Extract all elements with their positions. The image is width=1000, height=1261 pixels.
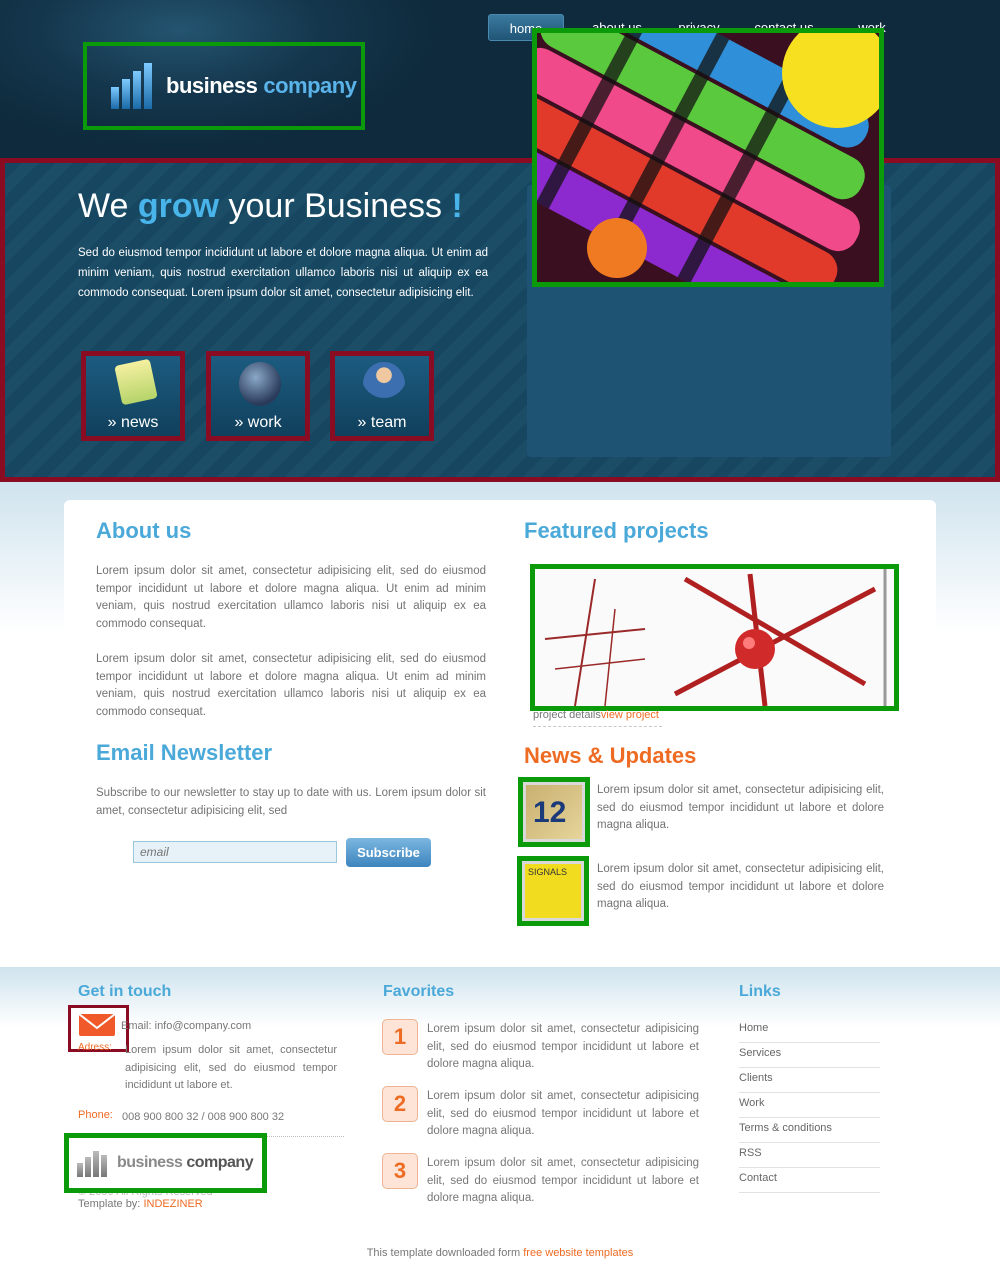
favorite-number-1: 1 [382,1019,418,1055]
footer-logo-word-company: company [186,1154,254,1171]
links-title: Links [739,983,781,1000]
project-details-label: project details [533,709,601,721]
free-templates-link[interactable]: free website templates [523,1247,633,1259]
credit-text: This template downloaded form [366,1247,524,1259]
address-label: Adress: [78,1042,112,1053]
footer-link-clients[interactable]: Clients [739,1068,880,1093]
quick-link-news[interactable]: » news [81,351,185,441]
newsletter-text: Subscribe to our newsletter to stay up t… [96,787,486,817]
hero-title-part2: your Business [219,187,452,225]
quick-link-work[interactable]: » work [206,351,310,441]
page: home about us privacy contact us work bu… [0,0,1000,1261]
hero-title-part1: We [78,187,138,225]
get-in-touch-title: Get in touch [78,983,172,1000]
footer-link-services[interactable]: Services [739,1043,880,1068]
logo-bars-icon [111,63,152,109]
footer-logo[interactable]: business company [64,1133,267,1193]
favorites-title: Favorites [383,983,455,1000]
news-title: News & Updates [524,743,697,768]
favorite-number-2: 2 [382,1086,418,1122]
template-by-label: Template by: [78,1198,141,1210]
news-thumb-2[interactable]: SIGNALS [517,856,589,926]
project-links: project detailsview project [533,709,662,727]
email-value: info@company.com [154,1020,252,1032]
quick-link-news-label: » news [107,414,159,431]
contact-address: Lorem ipsum dolor sit amet, consectetur … [125,1044,337,1091]
site-logo[interactable]: business company [83,42,365,130]
ink-pen-icon [239,362,281,406]
hero-title: We grow your Business ! [78,187,463,226]
quick-link-team[interactable]: » team [330,351,434,441]
hero-title-exclamation: ! [451,187,463,225]
hero-text: Sed do eiusmod tempor incididunt ut labo… [78,247,488,299]
footer-logo-word-business: business [117,1154,183,1171]
contact-email: Email: info@company.com [121,1018,251,1036]
footer-link-terms[interactable]: Terms & conditions [739,1118,880,1143]
news-thumb-2-sign: SIGNALS [528,867,568,877]
about-paragraph-1: Lorem ipsum dolor sit amet, consectetur … [96,565,486,631]
footer-link-rss[interactable]: RSS [739,1143,880,1168]
quick-link-work-label: » work [234,414,282,431]
favorite-text-3: Lorem ipsum dolor sit amet, consectetur … [427,1157,699,1205]
about-title: About us [96,518,192,543]
subscribe-button[interactable]: Subscribe [346,838,431,867]
favorite-text-1: Lorem ipsum dolor sit amet, consectetur … [427,1023,699,1071]
newsletter-title: Email Newsletter [96,740,273,765]
email-input[interactable] [133,841,337,863]
quick-link-team-label: » team [357,414,407,431]
notepad-icon [114,358,158,406]
hero-title-accent: grow [137,187,220,225]
footer-link-work[interactable]: Work [739,1093,880,1118]
footer-link-contact[interactable]: Contact [739,1168,880,1193]
news-thumb-1-number: 12 [533,796,567,829]
logo-word-company: company [263,73,357,98]
featured-project-image[interactable] [530,564,899,711]
phone-value: 008 900 800 32 / 008 900 800 32 [122,1111,285,1123]
favorite-number-3: 3 [382,1153,418,1189]
featured-title: Featured projects [524,518,709,543]
bottom-credit: This template downloaded form free websi… [0,1247,1000,1259]
logo-word-business: business [166,73,258,98]
worker-icon [363,362,405,406]
template-credit: Template by: INDEZINER [78,1196,203,1214]
phone-label: Phone: [78,1109,113,1121]
email-label: Email: [121,1020,152,1032]
news-item-2-text: Lorem ipsum dolor sit amet, consectetur … [597,863,884,911]
hero-crayons-image [532,28,884,287]
footer-link-home[interactable]: Home [739,1018,880,1043]
news-item-1-text: Lorem ipsum dolor sit amet, consectetur … [597,784,884,832]
favorite-text-2: Lorem ipsum dolor sit amet, consectetur … [427,1090,699,1138]
template-by-link[interactable]: INDEZINER [143,1198,202,1210]
about-paragraph-2: Lorem ipsum dolor sit amet, consectetur … [96,653,486,719]
view-project-link[interactable]: view project [601,709,659,721]
footer-logo-bars-icon [77,1149,107,1177]
news-thumb-1[interactable]: 12 [518,777,590,847]
